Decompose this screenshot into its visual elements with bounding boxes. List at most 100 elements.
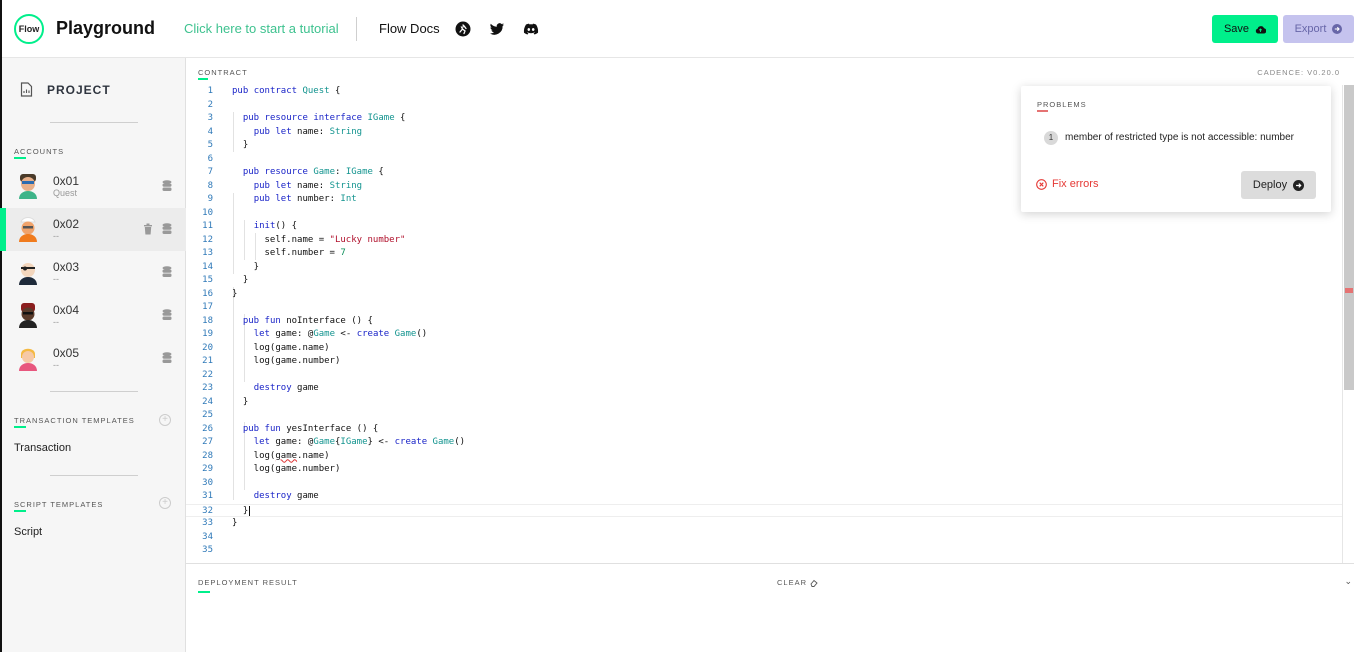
code-line[interactable]: 33}: [186, 517, 1342, 531]
code-line[interactable]: 17: [186, 301, 1342, 315]
line-number: 27: [202, 437, 213, 447]
code-text[interactable]: destroy game: [232, 382, 319, 396]
code-text[interactable]: log(game.number): [232, 355, 341, 369]
code-line[interactable]: 23 destroy game: [186, 382, 1342, 396]
code-line[interactable]: 20 log(game.name): [186, 342, 1342, 356]
code-line[interactable]: 35: [186, 544, 1342, 558]
account-address: 0x05: [53, 346, 80, 360]
avatar-icon: [19, 174, 37, 199]
code-text[interactable]: pub let name: String: [232, 126, 362, 140]
scrollbar-thumb[interactable]: [1344, 85, 1354, 390]
script-underline: [14, 510, 26, 512]
database-icon[interactable]: [162, 266, 172, 278]
code-text[interactable]: pub fun noInterface () {: [232, 315, 373, 329]
line-number: 28: [202, 450, 213, 461]
chevron-down-icon[interactable]: ⌄: [1344, 576, 1352, 587]
project-header[interactable]: PROJECT: [20, 82, 111, 97]
deploy-button[interactable]: Deploy: [1241, 171, 1316, 199]
code-text[interactable]: pub resource Game: IGame {: [232, 166, 384, 180]
trash-icon[interactable]: [143, 223, 153, 235]
database-icon[interactable]: [162, 309, 172, 321]
code-text[interactable]: }: [232, 517, 237, 531]
flow-logo[interactable]: Flow: [14, 14, 44, 44]
database-icon[interactable]: [162, 352, 172, 364]
code-line[interactable]: 29 log(game.number): [186, 463, 1342, 477]
code-text[interactable]: destroy game: [232, 490, 319, 504]
code-line[interactable]: 34: [186, 531, 1342, 545]
code-line[interactable]: 32 }: [186, 503, 1342, 519]
account-item-0x04[interactable]: 0x04 --: [0, 294, 186, 337]
database-icon[interactable]: [162, 180, 172, 192]
discord-icon[interactable]: [523, 21, 539, 37]
code-line[interactable]: 25: [186, 409, 1342, 423]
code-line[interactable]: 14 }: [186, 261, 1342, 275]
code-text[interactable]: self.name = "Lucky number": [232, 234, 406, 248]
code-text[interactable]: pub let name: String: [232, 180, 362, 194]
code-line[interactable]: 31 destroy game: [186, 490, 1342, 504]
code-text[interactable]: }: [232, 288, 237, 302]
account-item-0x01[interactable]: 0x01 Quest: [0, 165, 186, 208]
code-line[interactable]: 12 self.name = "Lucky number": [186, 234, 1342, 248]
contract-underline: [198, 78, 208, 80]
project-label: PROJECT: [47, 82, 111, 97]
code-line[interactable]: 24 }: [186, 396, 1342, 410]
code-text[interactable]: }: [232, 261, 259, 275]
save-button[interactable]: Save: [1212, 15, 1278, 43]
code-text[interactable]: init() {: [232, 220, 297, 234]
code-line[interactable]: 19 let game: @Game <- create Game(): [186, 328, 1342, 342]
code-line[interactable]: 30: [186, 477, 1342, 491]
account-contract: Quest: [53, 188, 78, 198]
fix-errors-button[interactable]: Fix errors: [1036, 178, 1098, 190]
tutorial-link[interactable]: Click here to start a tutorial: [184, 21, 339, 36]
code-text[interactable]: pub resource interface IGame {: [232, 112, 406, 126]
line-number: 9: [207, 194, 213, 204]
line-number: 7: [207, 167, 213, 177]
code-line[interactable]: 21 log(game.number): [186, 355, 1342, 369]
code-text[interactable]: let game: @Game{IGame} <- create Game(): [232, 436, 465, 450]
line-number: 13: [202, 248, 213, 258]
code-line[interactable]: 26 pub fun yesInterface () {: [186, 423, 1342, 437]
line-number: 24: [202, 396, 213, 407]
code-text[interactable]: }: [232, 274, 248, 288]
clear-button[interactable]: CLEAR: [777, 578, 818, 587]
code-text[interactable]: log(game.name): [232, 450, 330, 464]
account-item-0x05[interactable]: 0x05 --: [0, 337, 186, 380]
code-text[interactable]: pub fun yesInterface () {: [232, 423, 379, 437]
database-icon[interactable]: [162, 223, 172, 235]
problem-message[interactable]: member of restricted type is not accessi…: [1065, 132, 1294, 143]
code-text[interactable]: }: [232, 505, 251, 519]
transaction-template-item[interactable]: Transaction: [14, 442, 71, 454]
add-transaction-icon[interactable]: +: [159, 414, 171, 426]
export-button[interactable]: Export: [1283, 15, 1354, 43]
code-text[interactable]: log(game.name): [232, 342, 330, 356]
eraser-icon: [810, 579, 818, 587]
add-script-icon[interactable]: +: [159, 497, 171, 509]
script-template-item[interactable]: Script: [14, 526, 42, 538]
code-line[interactable]: 13 self.number = 7: [186, 247, 1342, 261]
code-line[interactable]: 28 log(game.name): [186, 450, 1342, 464]
save-label: Save: [1223, 23, 1250, 35]
line-number: 35: [202, 545, 213, 555]
flow-docs-link[interactable]: Flow Docs: [379, 21, 440, 36]
problems-title: PROBLEMS: [1037, 100, 1087, 109]
account-item-0x03[interactable]: 0x03 --: [0, 251, 186, 294]
runner-icon[interactable]: [455, 21, 471, 37]
code-line[interactable]: 11 init() {: [186, 220, 1342, 234]
code-text[interactable]: pub let number: Int: [232, 193, 357, 207]
account-item-0x02[interactable]: 0x02 --: [0, 208, 186, 251]
contract-label: CONTRACT: [198, 68, 248, 77]
code-line[interactable]: 15 }: [186, 274, 1342, 288]
code-line[interactable]: 18 pub fun noInterface () {: [186, 315, 1342, 329]
script-templates-label: SCRIPT TEMPLATES: [14, 500, 104, 509]
twitter-icon[interactable]: [489, 21, 505, 37]
code-line[interactable]: 16}: [186, 288, 1342, 302]
vertical-scrollbar[interactable]: [1342, 85, 1354, 563]
code-text[interactable]: let game: @Game <- create Game(): [232, 328, 427, 342]
code-text[interactable]: }: [232, 396, 248, 410]
code-text[interactable]: log(game.number): [232, 463, 341, 477]
code-line[interactable]: 22: [186, 369, 1342, 383]
code-text[interactable]: }: [232, 139, 248, 153]
code-text[interactable]: pub contract Quest {: [232, 85, 340, 99]
code-text[interactable]: self.number = 7: [232, 247, 346, 261]
code-line[interactable]: 27 let game: @Game{IGame} <- create Game…: [186, 436, 1342, 450]
